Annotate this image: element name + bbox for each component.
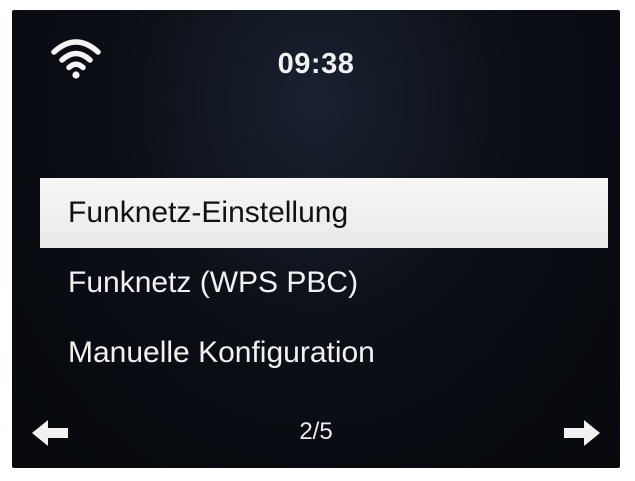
pager: 2/5 bbox=[12, 410, 620, 456]
settings-menu: Funknetz-Einstellung Funknetz (WPS PBC) … bbox=[12, 178, 620, 388]
menu-item-label: Funknetz (WPS PBC) bbox=[68, 266, 359, 299]
status-bar: 09:38 bbox=[12, 10, 620, 115]
menu-item-funknetz-einstellung[interactable]: Funknetz-Einstellung bbox=[40, 178, 608, 248]
menu-item-label: Manuelle Konfiguration bbox=[68, 336, 375, 369]
device-bezel: 09:38 Funknetz-Einstellung Funknetz (WPS… bbox=[0, 0, 635, 481]
menu-item-manuelle-konfiguration[interactable]: Manuelle Konfiguration bbox=[40, 318, 608, 388]
clock-time: 09:38 bbox=[277, 48, 355, 80]
page-indicator: 2/5 bbox=[299, 418, 333, 445]
menu-item-label: Funknetz-Einstellung bbox=[68, 196, 349, 229]
display-screen: 09:38 Funknetz-Einstellung Funknetz (WPS… bbox=[12, 10, 620, 468]
menu-item-funknetz-wps-pbc[interactable]: Funknetz (WPS PBC) bbox=[40, 248, 608, 318]
arrow-right-icon[interactable] bbox=[564, 418, 600, 448]
